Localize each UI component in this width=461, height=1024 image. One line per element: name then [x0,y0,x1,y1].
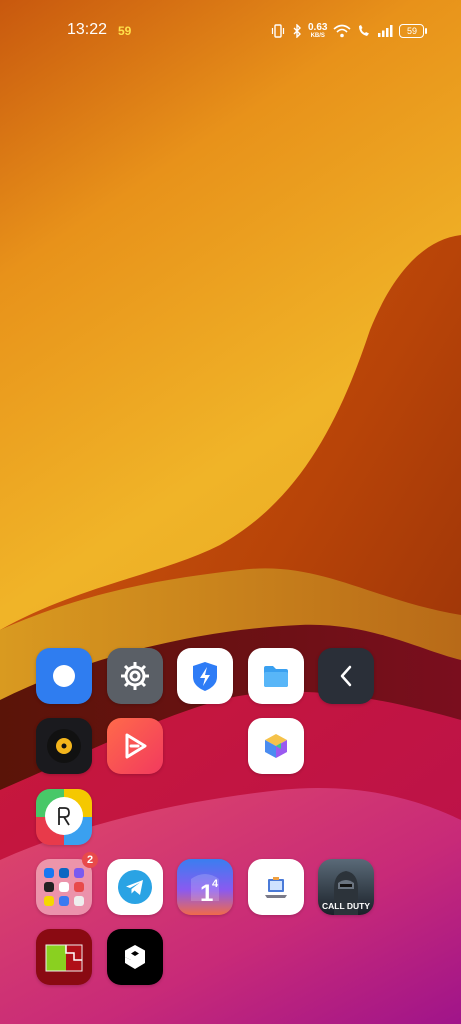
battery-indicator: 59 [399,24,428,38]
chart-widget-app-icon [45,944,83,972]
app-laptop[interactable] [248,859,304,915]
back-arrow-app-icon [340,665,352,687]
bluetooth-icon [293,24,301,38]
app-number-one[interactable]: 1 4 [177,859,233,915]
telegram-icon [118,870,152,904]
network-speed: 0.63 KB/S [308,21,328,39]
vibrate-icon [271,24,285,38]
app-call-of-duty[interactable]: CALL DUTY [318,859,374,915]
laptop-app-icon [265,877,287,898]
number-one-app-icon: 1 4 [191,874,219,907]
clock: 13:22 [67,21,108,38]
app-video[interactable] [107,718,163,774]
app-blue-circle[interactable] [36,648,92,704]
app-realme-community[interactable] [36,789,92,845]
9gag-icon [125,945,145,969]
fps-counter: 59 [118,24,132,38]
svg-text:4: 4 [212,878,219,890]
app-folder-icon [44,868,84,906]
app-music[interactable] [36,718,92,774]
colorful-cube-app-icon [265,734,287,758]
app-back[interactable] [318,648,374,704]
signal-icon [378,25,393,37]
app-phone-manager[interactable] [177,648,233,704]
folder-files-icon [264,666,288,687]
folder-notification-badge: 2 [82,852,98,868]
realme-community-icon [45,797,83,835]
app-folder[interactable] [36,859,92,915]
blue-circle-app-icon [53,665,75,687]
status-bar: 13:22 59 0.63 KB/S 59 [0,0,461,62]
wifi-icon [333,24,351,38]
app-9gag[interactable] [107,929,163,985]
music-disc-app-icon [47,729,81,763]
video-play-app-icon [125,733,147,759]
app-cube[interactable] [248,718,304,774]
call-of-duty-label: CALL DUTY [321,901,370,911]
volte-call-icon [359,25,370,36]
app-files[interactable] [248,648,304,704]
shield-bolt-app-icon [193,662,217,691]
app-settings[interactable] [107,648,163,704]
settings-gear-icon [121,662,149,690]
app-telegram[interactable] [107,859,163,915]
app-chart-widget[interactable] [36,929,92,985]
